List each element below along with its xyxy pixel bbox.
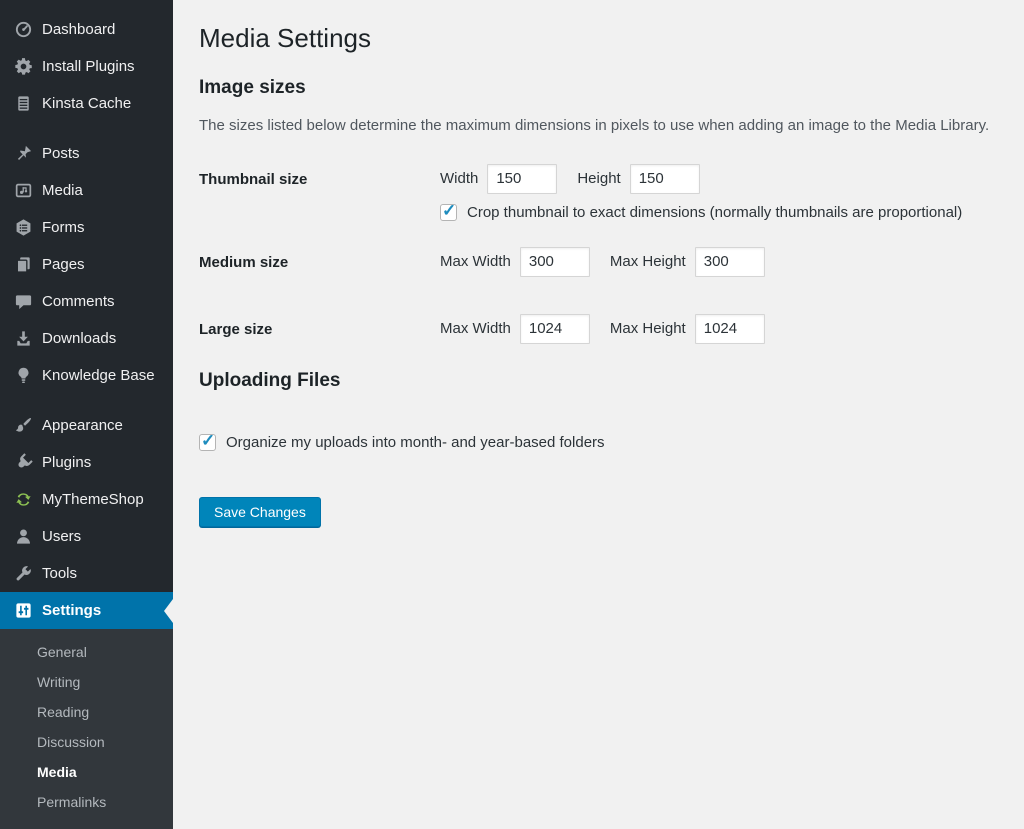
sidebar-item-pages[interactable]: Pages [0,246,173,283]
sidebar-item-label: Plugins [42,454,91,471]
sidebar-item-label: Media [42,182,83,199]
medium-max-width-label: Max Width [440,253,511,270]
sidebar-item-install-plugins[interactable]: Install Plugins [0,48,173,85]
thumbnail-height-input[interactable] [630,164,700,194]
organize-uploads-label: Organize my uploads into month- and year… [226,434,605,451]
pushpin-icon [13,144,33,164]
sidebar-item-settings[interactable]: Settings [0,592,173,629]
settings-sliders-icon [13,601,33,621]
page-title: Media Settings [199,22,1004,55]
settings-submenu: General Writing Reading Discussion Media… [0,629,173,829]
gear-icon [13,57,33,77]
sidebar-item-dashboard[interactable]: Dashboard [0,11,173,48]
sidebar-item-posts[interactable]: Posts [0,135,173,172]
lightbulb-icon [13,366,33,386]
large-max-height-label: Max Height [610,320,686,337]
crop-thumbnail-label: Crop thumbnail to exact dimensions (norm… [467,204,962,221]
sidebar-item-label: Install Plugins [42,58,135,75]
image-sizes-description: The sizes listed below determine the max… [199,117,1004,134]
large-max-width-input[interactable] [520,314,590,344]
sidebar-item-label: Kinsta Cache [42,95,131,112]
submenu-item-reading[interactable]: Reading [0,697,173,727]
sidebar-item-comments[interactable]: Comments [0,283,173,320]
medium-max-height-label: Max Height [610,253,686,270]
thumbnail-width-label: Width [440,170,478,187]
thumbnail-height-label: Height [577,170,620,187]
submenu-item-label: Writing [37,674,80,690]
plug-icon [13,453,33,473]
large-max-height-input[interactable] [695,314,765,344]
admin-sidebar: Dashboard Install Plugins Kinsta Cache P… [0,0,173,828]
large-max-width-label: Max Width [440,320,511,337]
thumbnail-size-row: Thumbnail size Width Height Crop thumbna… [199,164,1004,221]
admin-menu: Dashboard Install Plugins Kinsta Cache P… [0,0,173,629]
submenu-item-label: General [37,644,87,660]
sidebar-item-label: Pages [42,256,85,273]
sidebar-item-tools[interactable]: Tools [0,555,173,592]
large-size-row: Large size Max Width Max Height [199,314,1004,344]
submenu-item-label: Discussion [37,734,105,750]
submenu-item-label: Permalinks [37,794,106,810]
media-note-icon [13,181,33,201]
dashboard-gauge-icon [13,20,33,40]
image-sizes-heading: Image sizes [199,77,1004,99]
wrench-icon [13,564,33,584]
sidebar-item-kinsta-cache[interactable]: Kinsta Cache [0,85,173,122]
main-content: Media Settings Image sizes The sizes lis… [173,0,1024,828]
comment-bubble-icon [13,292,33,312]
sidebar-item-downloads[interactable]: Downloads [0,320,173,357]
sidebar-item-appearance[interactable]: Appearance [0,407,173,444]
sidebar-item-forms[interactable]: Forms [0,209,173,246]
sidebar-item-label: MyThemeShop [42,491,144,508]
submenu-item-media[interactable]: Media [0,757,173,787]
organize-uploads-row: Organize my uploads into month- and year… [199,434,1004,451]
sidebar-item-label: Forms [42,219,85,236]
thumbnail-size-label: Thumbnail size [199,164,440,188]
sidebar-item-mythemeshop[interactable]: MyThemeShop [0,481,173,518]
submenu-item-label: Reading [37,704,89,720]
submenu-item-writing[interactable]: Writing [0,667,173,697]
submenu-item-discussion[interactable]: Discussion [0,727,173,757]
sidebar-item-label: Tools [42,565,77,582]
sidebar-item-plugins[interactable]: Plugins [0,444,173,481]
download-icon [13,329,33,349]
medium-max-height-input[interactable] [695,247,765,277]
submenu-item-label: Media [37,764,77,780]
organize-uploads-checkbox[interactable] [199,434,216,451]
active-menu-arrow [164,599,173,623]
sidebar-item-label: Downloads [42,330,116,347]
submenu-item-general[interactable]: General [0,637,173,667]
medium-size-label: Medium size [199,247,440,271]
uploading-files-heading: Uploading Files [199,370,1004,392]
large-size-label: Large size [199,314,440,338]
sidebar-item-label: Users [42,528,81,545]
thumbnail-width-input[interactable] [487,164,557,194]
crop-thumbnail-checkbox[interactable] [440,204,457,221]
pages-icon [13,255,33,275]
forms-hexagon-icon [13,218,33,238]
sidebar-item-media[interactable]: Media [0,172,173,209]
mythemeshop-arrows-icon [13,490,33,510]
cache-server-icon [13,94,33,114]
paintbrush-icon [13,416,33,436]
sidebar-item-label: Settings [42,602,101,619]
sidebar-item-label: Appearance [42,417,123,434]
sidebar-item-label: Comments [42,293,115,310]
user-icon [13,527,33,547]
image-sizes-form: Thumbnail size Width Height Crop thumbna… [199,164,1004,344]
medium-size-row: Medium size Max Width Max Height [199,247,1004,277]
sidebar-item-label: Knowledge Base [42,367,155,384]
sidebar-item-users[interactable]: Users [0,518,173,555]
sidebar-item-label: Posts [42,145,80,162]
submenu-item-permalinks[interactable]: Permalinks [0,787,173,817]
save-changes-button[interactable]: Save Changes [199,497,321,527]
sidebar-item-label: Dashboard [42,21,115,38]
medium-max-width-input[interactable] [520,247,590,277]
sidebar-item-knowledge-base[interactable]: Knowledge Base [0,357,173,394]
